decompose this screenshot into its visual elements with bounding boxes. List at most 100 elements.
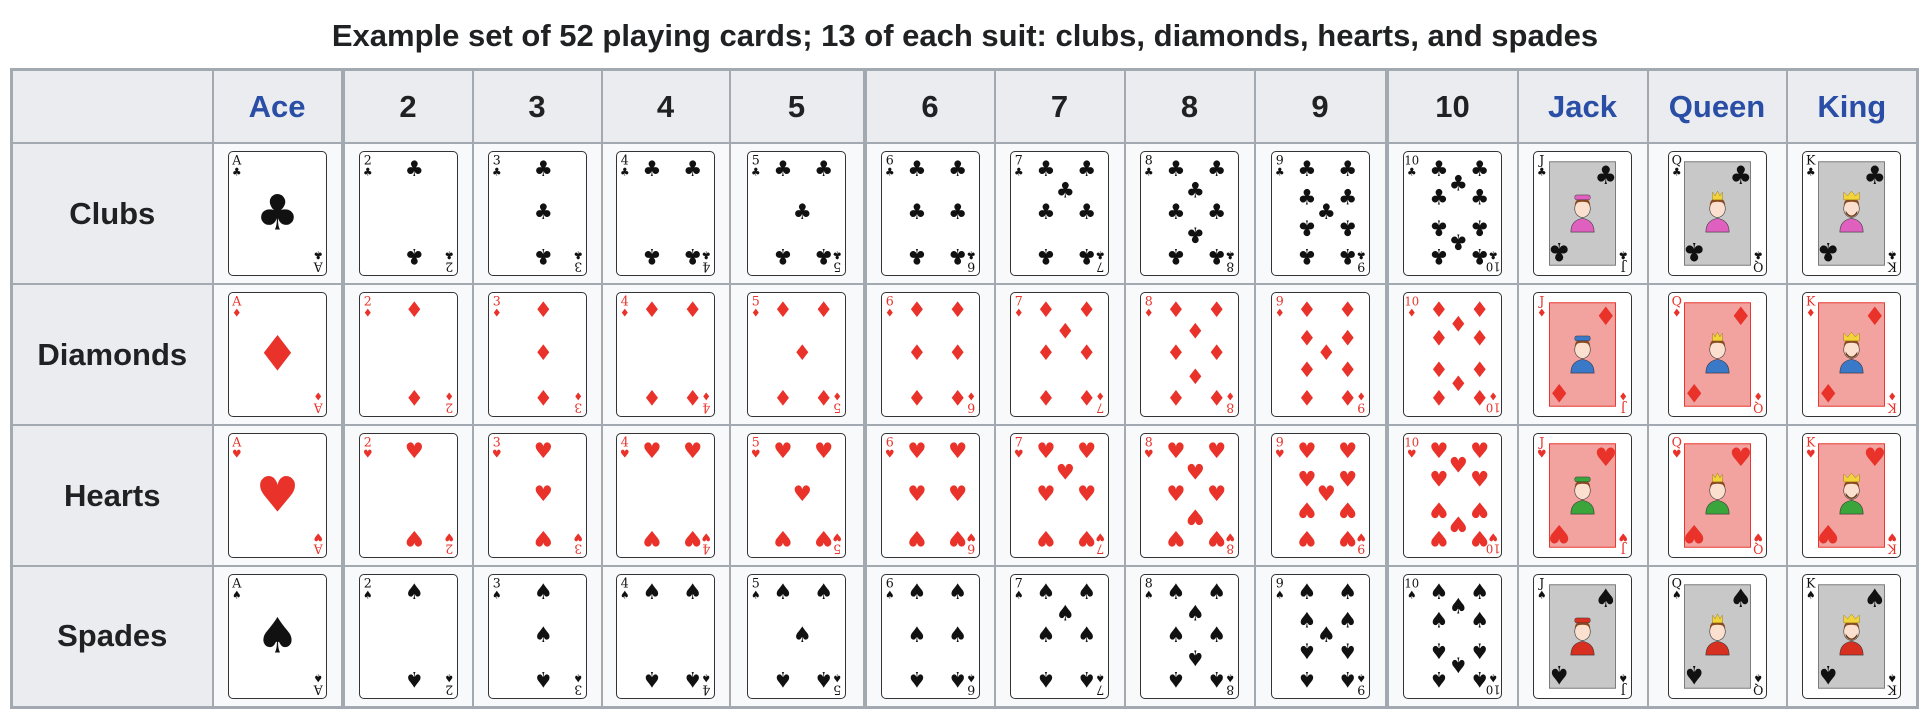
diamonds-pip-icon: ♦ (1077, 384, 1096, 409)
diamonds-card-graphic: ♦ ♦♦♦ ♦5♦5♦ (751, 294, 842, 416)
card-index-bottom: 6♣ (966, 249, 976, 275)
hearts-card-graphic: ♥A♥A♥ (231, 435, 324, 557)
spades-pip-icon: ♠ (1429, 580, 1448, 605)
card-suit-mini: ♠ (966, 671, 976, 684)
card-suit-mini: ♣ (1753, 249, 1763, 262)
card-suit-mini: ♥ (1014, 447, 1024, 460)
spades-pip-icon: ♠ (1449, 594, 1468, 619)
spades-pip-icon: ♠ (1316, 623, 1335, 648)
column-header-label[interactable]: Ace (249, 89, 306, 124)
column-header-label[interactable]: Jack (1548, 89, 1617, 124)
card-suit-mini: ♣ (313, 249, 323, 262)
card-cell-K-clubs: ♣ ♣ K ♣ K ♣ (1785, 142, 1919, 285)
column-header-queen[interactable]: Queen (1646, 68, 1788, 144)
card-index-bottom: 6♠ (966, 671, 976, 697)
card-suit-mini: ♣ (231, 165, 241, 178)
spades-card-graphic: ♠♠K♠K♠ (1806, 575, 1897, 697)
card-index-bottom: A♥ (312, 531, 323, 557)
column-header-king[interactable]: King (1785, 68, 1919, 144)
hearts-card-graphic: ♥ ♥♥ ♥♥ ♥6♥6♥ (884, 435, 975, 557)
clubs-pip-icon: ♣ (1186, 221, 1205, 246)
card-suit-mini: ♠ (1356, 671, 1366, 684)
card-index-top: 2♠ (362, 575, 372, 601)
card-suit-mini: ♠ (1095, 671, 1105, 684)
card-index-bottom: 9♦ (1356, 390, 1366, 416)
diamonds-card-graphic: ♦A♦A♦ (231, 294, 324, 416)
clubs-pip-icon: ♣ (1470, 215, 1489, 240)
hearts-pip-icon: ♥ (907, 525, 926, 550)
card-suit-mini: ♥ (751, 447, 761, 460)
card-suit-mini: ♣ (966, 249, 976, 262)
suit-row-spades: Spades ♠ A ♠ A ♠ ♠ ♠ 2 ♠ 2 ♠ ♠ ♠ ♠ 3 ♠ 3 ♠ ♠ ♠ ♠ ♠ 4 ♠ 4 ♠ ♠ ♠ ♠ ♠ ♠ 5 ♠ 5… (10, 565, 1919, 708)
card-index-bottom: 4♦ (701, 390, 711, 416)
column-header-label: 10 (1435, 88, 1470, 124)
card-suit-mini: ♠ (751, 588, 761, 601)
card-index-top: K♣ (1806, 153, 1816, 179)
card-index-bottom: A♦ (312, 390, 323, 416)
diamonds-pip-icon: ♦ (1056, 320, 1075, 345)
card-index-top: 3♦ (491, 294, 501, 320)
card-index-top: J♠ (1537, 575, 1547, 601)
clubs-card-graphic: ♣ ♣♣ ♣4♣4♣ (620, 153, 711, 275)
column-header-ace[interactable]: Ace (211, 68, 345, 144)
hearts-pip-icon: ♥ (793, 482, 812, 507)
card-index-top: 3♣ (491, 153, 501, 179)
column-header-label[interactable]: King (1817, 89, 1886, 124)
column-header-8: 8 (1123, 68, 1256, 144)
clubs-card-graphic: ♣ ♣♣♣ ♣♣ ♣7♣7♣ (1014, 153, 1105, 275)
spades-pip-icon: ♠ (907, 580, 926, 605)
card-cell-A-spades: ♠ A ♠ A ♠ (211, 565, 345, 708)
playing-card: ♣ ♣ ♣ ♣ ♣ ♣ 6 ♣ 6 ♣ (880, 151, 980, 276)
clubs-pip-icon: ♣ (1449, 172, 1468, 197)
card-index-top: 5♣ (751, 153, 761, 179)
diamonds-card-graphic: ♦♦K♦K♦ (1806, 294, 1898, 416)
diamonds-pip-icon: ♦ (1449, 369, 1468, 394)
clubs-pip-icon: ♣ (1429, 215, 1448, 240)
card-index-bottom: A♣ (312, 249, 323, 275)
spades-pip-icon: ♠ (1338, 666, 1357, 691)
hearts-pip-icon: ♥ (1470, 497, 1489, 522)
row-header-label: Spades (57, 618, 168, 654)
clubs-pip-icon: ♣ (948, 157, 967, 182)
diamonds-pip-icon: ♦ (1186, 320, 1205, 345)
spades-card-graphic: ♠♠2♠2♠ (362, 575, 453, 697)
diamonds-pip-icon: ♦ (1429, 384, 1448, 409)
column-header-jack[interactable]: Jack (1516, 68, 1649, 144)
card-cell-2-spades: ♠ ♠ 2 ♠ 2 ♠ (341, 565, 474, 708)
clubs-card-graphic: ♣ ♣♣♣ ♣♣♣ ♣8♣8♣ (1144, 153, 1235, 275)
card-index-top: J♦ (1537, 294, 1547, 320)
card-suit-mini: ♦ (1888, 390, 1898, 403)
playing-card: ♠ ♠ ♠ ♠ ♠ ♠ ♠ 7 ♠ 7 ♠ (1010, 573, 1109, 699)
card-suit-mini: ♣ (832, 249, 842, 262)
diamonds-pip-icon: ♦ (642, 298, 661, 323)
column-header-label[interactable]: Queen (1669, 89, 1765, 124)
card-suit-mini: ♥ (362, 447, 372, 460)
playing-card: ♥ ♥ J ♥ J ♥ (1533, 433, 1632, 558)
card-cell-A-hearts: ♥ A ♥ A ♥ (211, 424, 345, 567)
spades-pip-icon: ♠ (1470, 637, 1489, 662)
card-suit-mini: ♥ (231, 447, 241, 460)
diamonds-pip-icon: ♦ (907, 341, 926, 366)
corner-cell (10, 68, 214, 144)
clubs-pip-icon: ♣ (533, 200, 552, 225)
spades-pip-icon: ♠ (814, 666, 833, 691)
card-cell-Q-diamonds: ♦ ♦ Q ♦ Q ♦ (1646, 283, 1788, 426)
playing-card: ♦ ♦ ♦ ♦ ♦ 5 ♦ 5 ♦ (747, 292, 846, 417)
card-cell-A-diamonds: ♦ A ♦ A ♦ (211, 283, 345, 426)
playing-card: ♠ ♠ ♠ ♠ ♠ 5 ♠ 5 ♠ (747, 573, 846, 699)
diamonds-pip-icon: ♦ (1077, 341, 1096, 366)
card-suit-mini: ♦ (751, 306, 761, 319)
spades-pip-icon: ♠ (814, 580, 833, 605)
card-suit-mini: ♦ (1144, 306, 1154, 319)
card-cell-6-diamonds: ♦ ♦ ♦ ♦ ♦ ♦ 6 ♦ 6 ♦ (863, 283, 996, 426)
card-suit-mini: ♥ (884, 447, 894, 460)
spades-pip-icon: ♠ (1166, 580, 1185, 605)
card-suit-mini: ♣ (1014, 165, 1024, 178)
card-index-top: J♣ (1537, 153, 1547, 179)
hearts-card-graphic: ♥ ♥♥ ♥♥♥ ♥♥ ♥9♥9♥ (1274, 435, 1365, 557)
diamonds-pip-icon: ♦ (1297, 384, 1316, 409)
diamonds-pip-icon: ♦ (1297, 326, 1316, 351)
clubs-pip-icon: ♣ (1470, 157, 1489, 182)
card-index-top: K♦ (1806, 294, 1816, 320)
clubs-pip-icon: ♣ (1429, 157, 1448, 182)
